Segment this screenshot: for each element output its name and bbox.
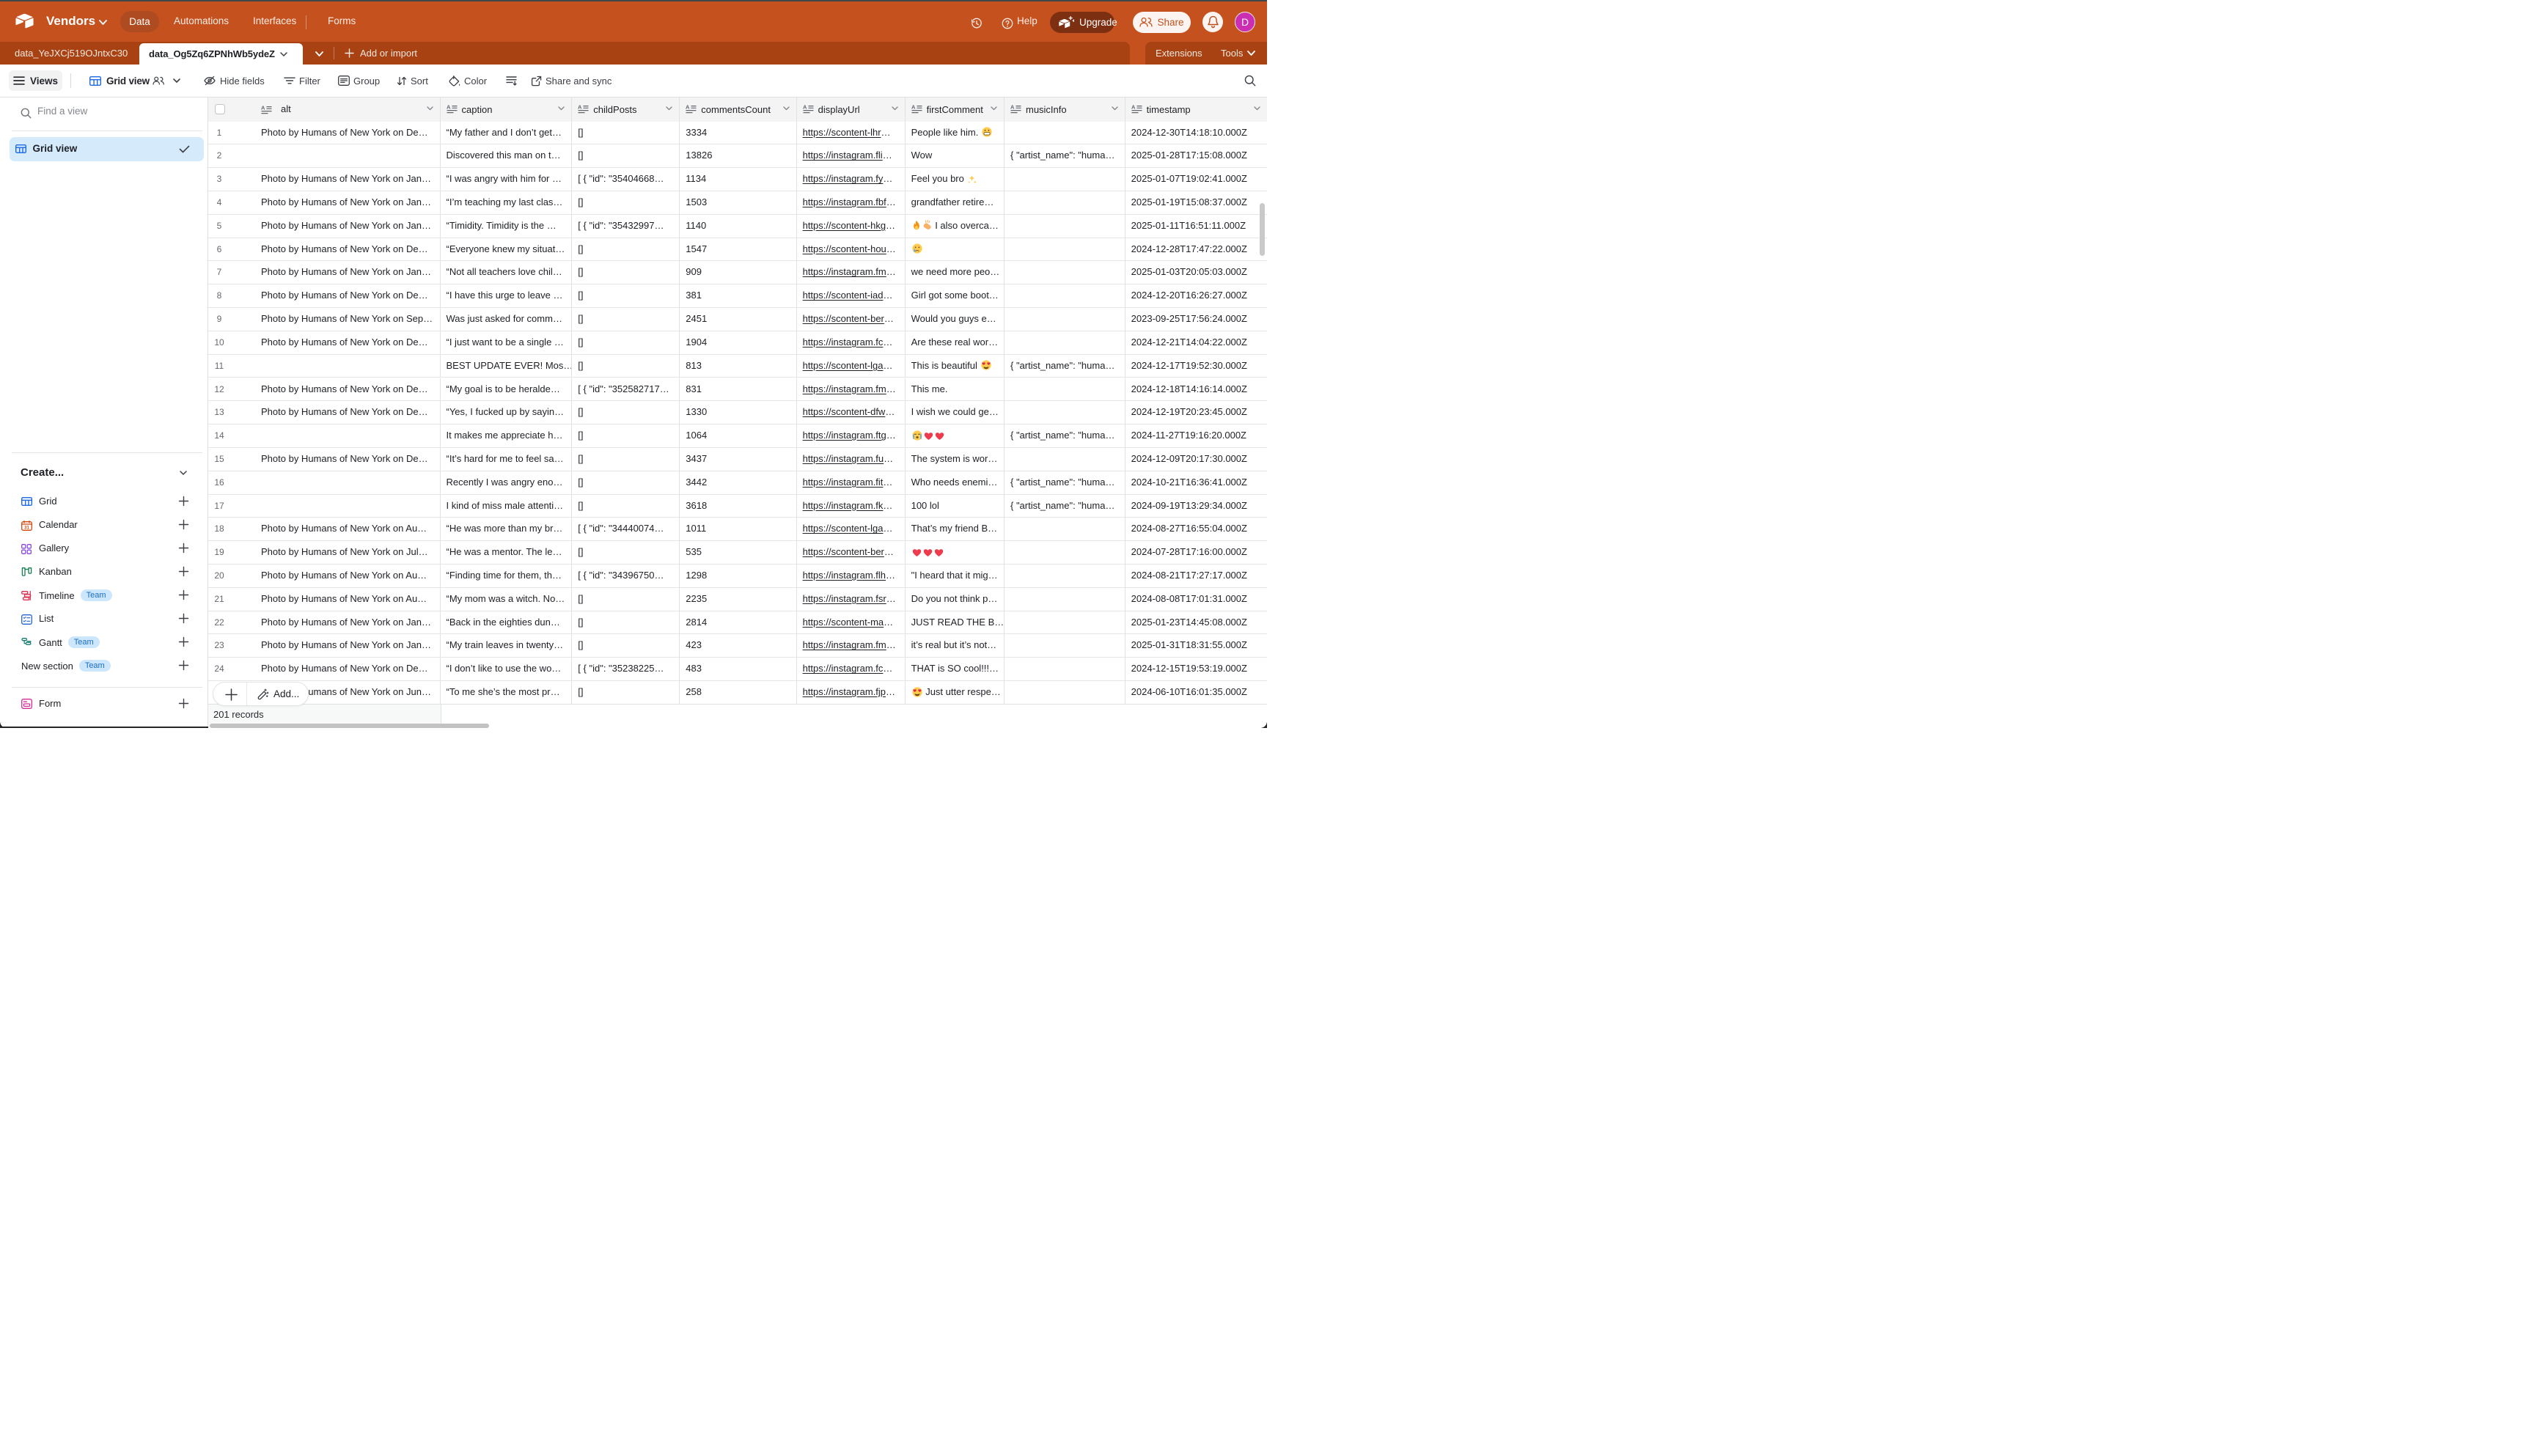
svg-text:A: A <box>447 105 451 110</box>
svg-text:A: A <box>686 105 690 110</box>
svg-text:A: A <box>578 105 582 110</box>
svg-text:A: A <box>1131 105 1136 110</box>
svg-text:A: A <box>1010 105 1015 110</box>
svg-text:31: 31 <box>24 526 29 531</box>
svg-text:A: A <box>261 106 265 111</box>
svg-text:A: A <box>911 105 916 110</box>
svg-text:A: A <box>803 105 807 110</box>
